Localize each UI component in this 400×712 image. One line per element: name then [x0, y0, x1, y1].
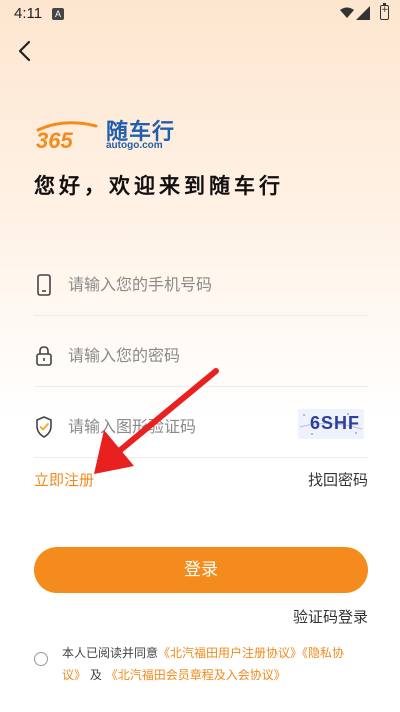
password-input[interactable] — [68, 340, 318, 370]
phone-input[interactable] — [68, 269, 318, 299]
lock-icon — [36, 346, 52, 366]
back-button[interactable] — [10, 36, 40, 66]
user-agreement-link[interactable]: 《北汽福田用户注册协议》 — [158, 646, 302, 660]
phone-field — [34, 255, 368, 316]
captcha-image[interactable]: 6SHF — [298, 409, 364, 439]
app-logo: 365 随车行 autogo.com — [34, 116, 184, 156]
agreement-and: 及 — [89, 668, 102, 682]
sms-login-link[interactable]: 验证码登录 — [293, 606, 368, 627]
agreement-prefix: 本人已阅读并同意 — [62, 646, 159, 660]
welcome-heading: 您好，欢迎来到随车行 — [34, 174, 284, 198]
notification-icon: A — [52, 8, 64, 20]
shield-check-icon — [36, 416, 52, 438]
agreement-text: 本人已阅读并同意《北汽福田用户注册协议》《隐私协议》 及 《北汽福田会员章程及入… — [62, 642, 362, 686]
logo-mark-text: 365 — [36, 128, 73, 150]
status-bar: 4:11 A — [0, 0, 400, 28]
agreement-radio[interactable] — [34, 652, 48, 666]
chevron-left-icon — [18, 40, 31, 62]
member-rules-link[interactable]: 《北汽福田会员章程及入会协议》 — [106, 668, 286, 682]
logo-mark: 365 — [36, 121, 98, 150]
register-link[interactable]: 立即注册 — [34, 469, 94, 490]
password-field — [34, 326, 368, 387]
logo-domain: autogo.com — [106, 140, 163, 151]
battery-icon — [380, 3, 389, 20]
wifi-icon — [340, 7, 354, 18]
login-button[interactable]: 登录 — [34, 547, 368, 593]
phone-icon — [37, 274, 51, 296]
status-time: 4:11 — [14, 5, 43, 22]
forgot-password-link[interactable]: 找回密码 — [308, 469, 368, 490]
captcha-input[interactable] — [68, 411, 318, 441]
captcha-field: 6SHF — [34, 397, 368, 458]
signal-icon — [356, 6, 370, 20]
captcha-code: 6SHF — [310, 413, 361, 433]
